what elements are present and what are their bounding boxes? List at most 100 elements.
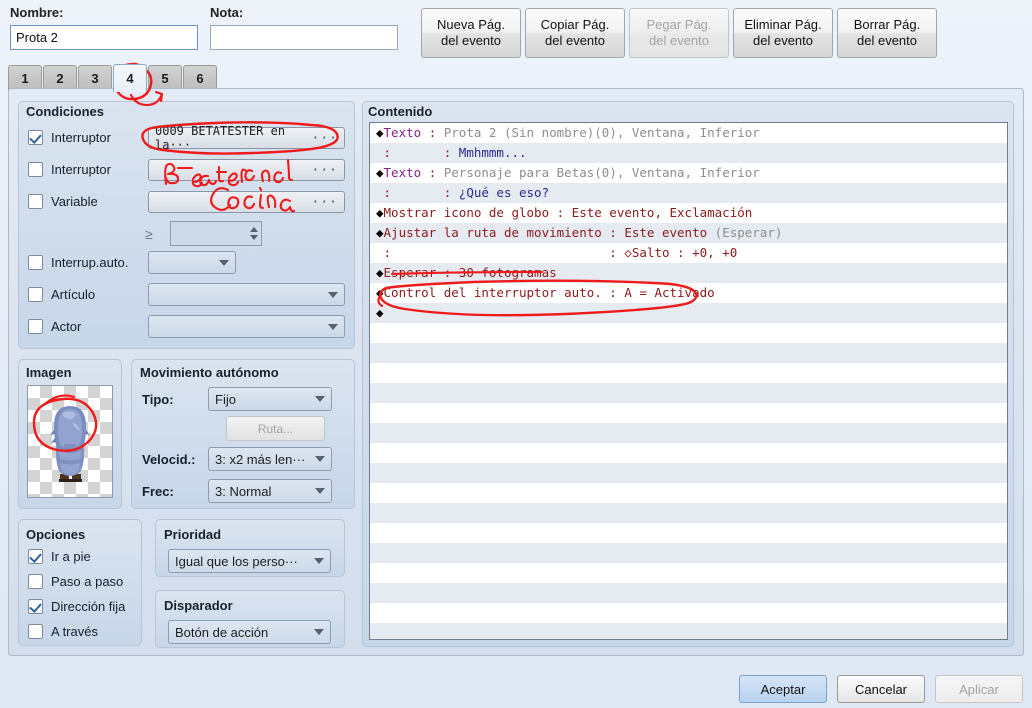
chevron-down-icon — [219, 259, 229, 266]
condition-label: Variable — [51, 194, 98, 209]
event-command-row-empty[interactable] — [370, 543, 1007, 563]
button-line1: Eliminar Pág. — [744, 16, 822, 32]
trigger-select[interactable]: Botón de acción — [168, 620, 331, 644]
frec-value: 3: Normal — [215, 483, 272, 499]
chevron-down-icon — [315, 396, 325, 402]
chevron-down-icon — [315, 456, 325, 462]
event-command-row-empty[interactable] — [370, 623, 1007, 639]
event-command-row[interactable]: ◆Control del interruptor auto. : A = Act… — [370, 283, 1007, 303]
condition-row-articulo[interactable]: Artículo — [28, 287, 95, 302]
option-row-ir-a-pie[interactable]: Ir a pie — [28, 549, 91, 564]
variable-value-stepper[interactable] — [170, 221, 262, 246]
event-command-row-empty[interactable] — [370, 443, 1007, 463]
frec-select[interactable]: 3: Normal — [208, 479, 332, 503]
aceptar-button[interactable]: Aceptar — [739, 675, 827, 703]
event-command-row-empty[interactable] — [370, 383, 1007, 403]
checkbox-direccion-fija[interactable] — [28, 599, 43, 614]
nombre-input[interactable] — [10, 25, 198, 50]
checkbox-paso-a-paso[interactable] — [28, 574, 43, 589]
option-label: Dirección fija — [51, 599, 126, 614]
eliminar-pagina-button[interactable]: Eliminar Pág. del evento — [733, 8, 833, 58]
condition-row-variable[interactable]: Variable — [28, 194, 98, 209]
checkbox-interruptor-1[interactable] — [28, 130, 43, 145]
event-command-row[interactable]: : : Mmhmmm... — [370, 143, 1007, 163]
option-label: A través — [51, 624, 98, 639]
copiar-pagina-button[interactable]: Copiar Pág. del evento — [525, 8, 625, 58]
command-text: : : — [376, 145, 459, 160]
nota-label: Nota: — [210, 5, 244, 20]
character-sprite-preview[interactable] — [27, 385, 113, 498]
interrup-auto-select[interactable] — [148, 251, 236, 274]
command-text: ◆ — [376, 165, 384, 180]
event-command-row[interactable]: ◆ — [370, 303, 1007, 323]
frec-label: Frec: — [142, 484, 174, 499]
event-command-row-empty[interactable] — [370, 523, 1007, 543]
borrar-pagina-button[interactable]: Borrar Pág. del evento — [837, 8, 937, 58]
variable-select[interactable]: ··· — [148, 191, 345, 213]
event-command-row[interactable]: ◆Ajustar la ruta de movimiento : Este ev… — [370, 223, 1007, 243]
event-command-row[interactable]: ◆Texto : Personaje para Betas(0), Ventan… — [370, 163, 1007, 183]
event-command-row-empty[interactable] — [370, 583, 1007, 603]
event-command-row-empty[interactable] — [370, 463, 1007, 483]
actor-select[interactable] — [148, 315, 345, 338]
condition-row-actor[interactable]: Actor — [28, 319, 81, 334]
content-title: Contenido — [368, 104, 433, 119]
interruptor-1-select[interactable]: 0009 BETATESTER en la··· ··· — [148, 124, 345, 152]
option-row-direccion-fija[interactable]: Dirección fija — [28, 599, 125, 614]
chevron-up-icon[interactable] — [250, 227, 258, 232]
chevron-down-icon — [328, 291, 338, 298]
velocidad-select[interactable]: 3: x2 más len··· — [208, 447, 332, 471]
checkbox-a-traves[interactable] — [28, 624, 43, 639]
condition-label: Interruptor — [51, 130, 111, 145]
event-command-row-empty[interactable] — [370, 503, 1007, 523]
cancelar-button[interactable]: Cancelar — [837, 675, 925, 703]
chevron-down-icon[interactable] — [250, 235, 258, 240]
chevron-down-icon — [328, 323, 338, 330]
checkbox-ir-a-pie[interactable] — [28, 549, 43, 564]
event-command-row-empty[interactable] — [370, 343, 1007, 363]
event-commands-list[interactable]: ◆Texto : Prota 2 (Sin nombre)(0), Ventan… — [369, 122, 1008, 640]
event-command-row-empty[interactable] — [370, 403, 1007, 423]
condition-row-interrup-auto[interactable]: Interrup.auto. — [28, 255, 128, 270]
stepper-arrows[interactable] — [247, 222, 261, 245]
option-row-a-traves[interactable]: A través — [28, 624, 98, 639]
tab-4[interactable]: 4 — [113, 64, 147, 92]
pegar-pagina-button: Pegar Pág. del evento — [629, 8, 729, 58]
character-sprite-icon — [50, 406, 90, 482]
option-row-paso-a-paso[interactable]: Paso a paso — [28, 574, 123, 589]
command-text: ¿Qué es eso? — [458, 185, 550, 200]
articulo-select[interactable] — [148, 283, 345, 306]
event-command-row[interactable]: ◆Esperar : 30 fotogramas — [370, 263, 1007, 283]
image-title: Imagen — [26, 365, 72, 380]
event-command-row[interactable]: ◆Mostrar icono de globo : Este evento, E… — [370, 203, 1007, 223]
command-text: Prota 2 (Sin nombre)(0), Ventana, Inferi… — [443, 125, 760, 140]
condition-row-interruptor-1[interactable]: Interruptor — [28, 130, 111, 145]
priority-select[interactable]: Igual que los perso··· — [168, 549, 331, 573]
event-page-dialog: Nombre: Nota: Nueva Pág. del evento Copi… — [0, 0, 1032, 708]
event-command-row-empty[interactable] — [370, 603, 1007, 623]
event-command-row-empty[interactable] — [370, 563, 1007, 583]
tipo-select[interactable]: Fijo — [208, 387, 332, 411]
command-text: Texto — [383, 165, 422, 180]
event-command-row-empty[interactable] — [370, 483, 1007, 503]
checkbox-variable[interactable] — [28, 194, 43, 209]
nueva-pagina-button[interactable]: Nueva Pág. del evento — [421, 8, 521, 58]
command-text: ◆ — [376, 285, 384, 300]
checkbox-interruptor-2[interactable] — [28, 162, 43, 177]
event-command-row[interactable]: : : ◇Salto : +0, +0 — [370, 243, 1007, 263]
checkbox-actor[interactable] — [28, 319, 43, 334]
velocidad-label: Velocid.: — [142, 452, 196, 467]
command-text: Mmhmmm... — [458, 145, 527, 160]
nota-input[interactable] — [210, 25, 398, 50]
checkbox-interrup-auto[interactable] — [28, 255, 43, 270]
checkbox-articulo[interactable] — [28, 287, 43, 302]
chevron-down-icon — [314, 558, 324, 564]
event-command-row-empty[interactable] — [370, 423, 1007, 443]
event-command-row[interactable]: ◆Texto : Prota 2 (Sin nombre)(0), Ventan… — [370, 123, 1007, 143]
interruptor-2-select[interactable]: ··· — [148, 159, 345, 181]
event-command-row-empty[interactable] — [370, 363, 1007, 383]
condition-row-interruptor-2[interactable]: Interruptor — [28, 162, 111, 177]
button-line2: del evento — [857, 33, 917, 48]
event-command-row[interactable]: : : ¿Qué es eso? — [370, 183, 1007, 203]
event-command-row-empty[interactable] — [370, 323, 1007, 343]
